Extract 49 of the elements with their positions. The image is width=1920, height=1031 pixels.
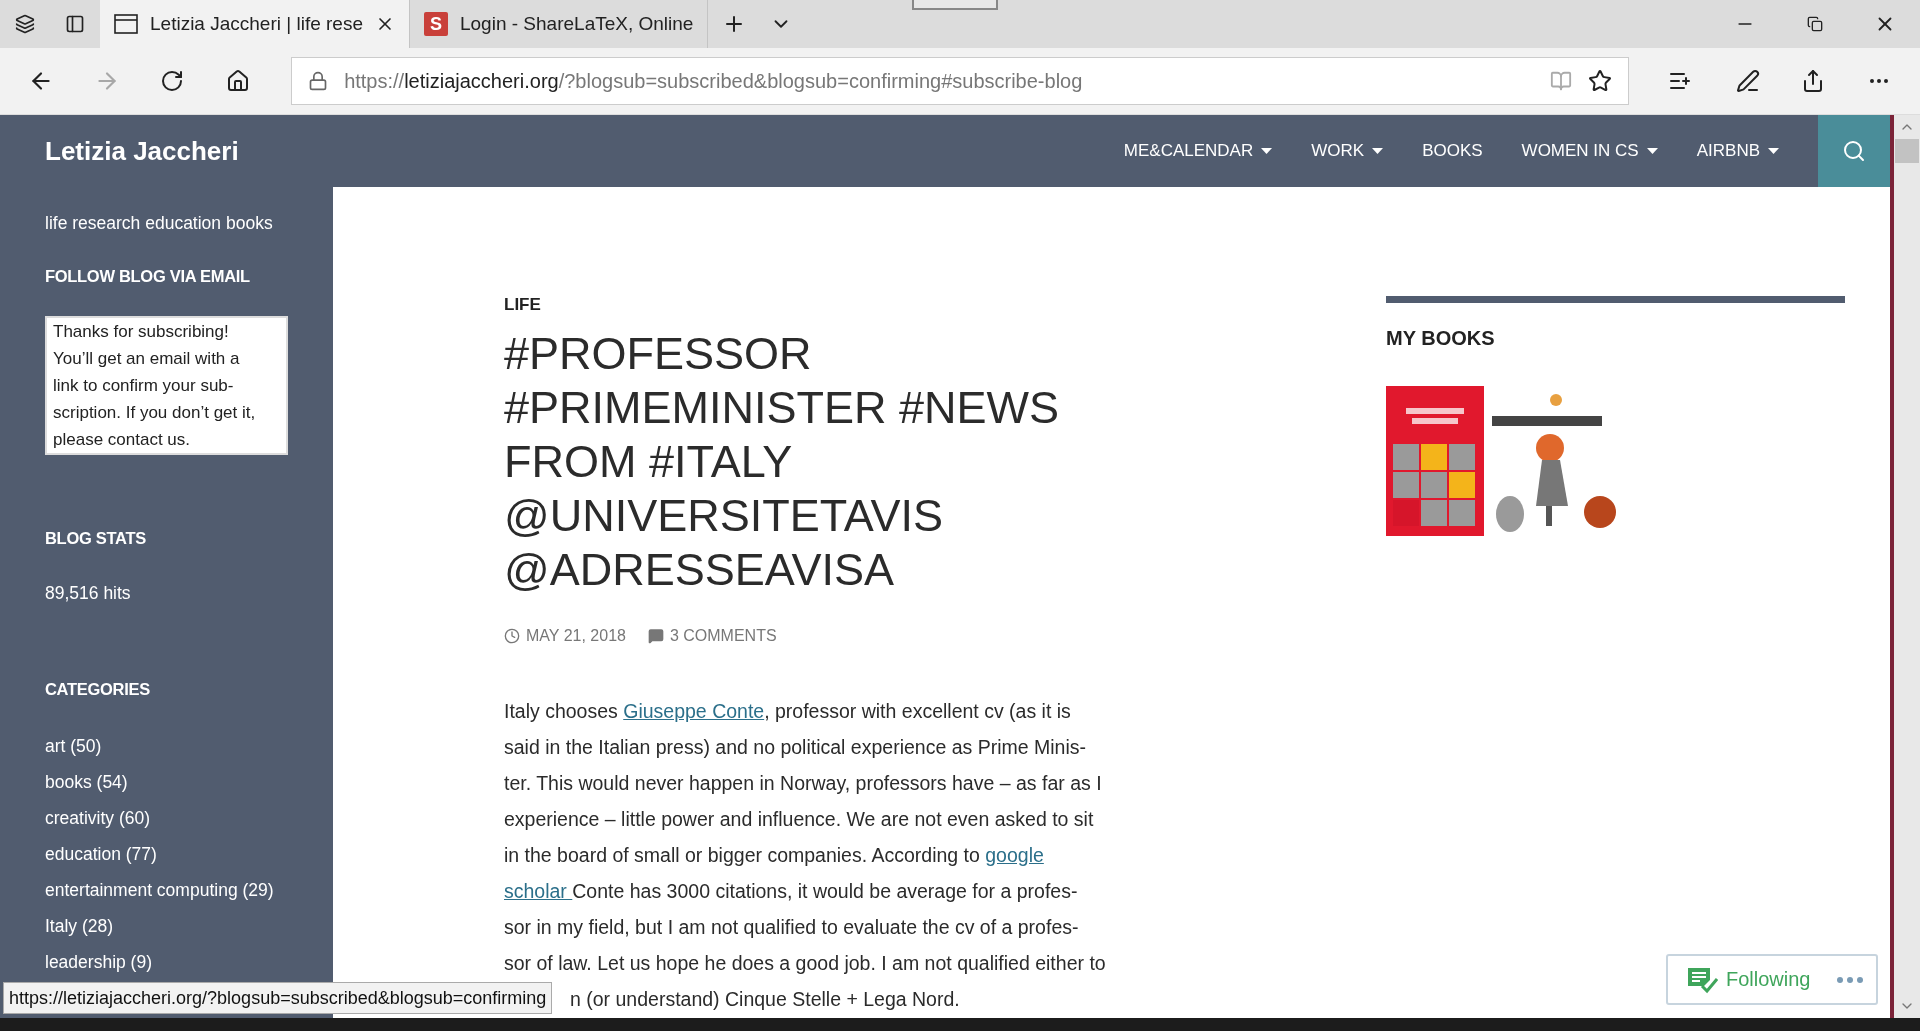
category-link[interactable]: art (50) bbox=[45, 736, 333, 761]
status-url-tooltip: https://letiziajaccheri.org/?blogsub=subscribed&blogsub=confirming bbox=[3, 982, 553, 1014]
subscribe-message: Thanks for subscribing! You’ll get an email with a link to confirm your sub- scription. If you don’t get it, please contact us. bbox=[45, 316, 288, 455]
post-category[interactable]: LIFE bbox=[504, 295, 1224, 315]
scroll-thumb[interactable] bbox=[1895, 139, 1919, 163]
hit-count: 89,516 hits bbox=[45, 583, 132, 604]
address-field[interactable]: https://letiziajaccheri.org/?blogsub=subscribed&blogsub=confirming#subscribe-blog bbox=[291, 57, 1629, 105]
nav-item[interactable]: WORK bbox=[1311, 141, 1384, 161]
category-link[interactable]: entertainment computing (29) bbox=[45, 880, 333, 905]
category-link[interactable]: leadership (9) bbox=[45, 952, 333, 977]
caret-icon bbox=[1372, 148, 1384, 154]
text-link[interactable]: Giuseppe Conte bbox=[623, 700, 765, 722]
text-link[interactable]: google bbox=[985, 844, 1044, 866]
post-date[interactable]: MAY 21, 2018 bbox=[504, 627, 626, 645]
comments-link[interactable]: 3 COMMENTS bbox=[647, 627, 777, 645]
widget-heading: FOLLOW BLOG VIA EMAIL bbox=[45, 267, 251, 286]
widget-heading: MY BOOKS bbox=[1386, 327, 1496, 350]
category-link[interactable]: education (77) bbox=[45, 844, 333, 869]
widget-heading: CATEGORIES bbox=[45, 680, 151, 699]
site-title[interactable]: Letizia Jaccheri bbox=[45, 135, 1124, 167]
text-link[interactable]: scholar bbox=[504, 880, 573, 902]
home-icon bbox=[226, 69, 251, 93]
nav-item[interactable]: BOOKS bbox=[1422, 141, 1483, 161]
widget-heading: BLOG STATS bbox=[45, 529, 147, 548]
comment-icon bbox=[647, 628, 664, 644]
category-link[interactable]: creativity (60) bbox=[45, 808, 333, 833]
nav-item[interactable]: AIRBNB bbox=[1696, 141, 1779, 161]
reading-view-icon[interactable] bbox=[1549, 70, 1572, 92]
post-title: #PROFESSOR #PRIMEMINISTER #NEWS FROM #ITALY @UNIVERSITETAVIS @ADRESSEAVISA bbox=[504, 327, 1061, 597]
nav-item[interactable]: WOMEN IN CS bbox=[1521, 141, 1658, 161]
browser-tab[interactable]: Letizia Jaccheri | life rese bbox=[100, 0, 410, 48]
clock-icon bbox=[504, 628, 520, 644]
search-icon bbox=[1842, 139, 1866, 163]
scrollbar[interactable] bbox=[1894, 115, 1920, 1018]
caret-icon bbox=[1768, 148, 1779, 154]
star-icon[interactable] bbox=[1587, 69, 1612, 93]
reader-check-icon bbox=[1686, 965, 1718, 994]
search-button[interactable] bbox=[1818, 115, 1890, 187]
site-logo: S bbox=[424, 12, 448, 36]
caret-icon bbox=[1261, 148, 1273, 154]
site-tagline: life research education books bbox=[45, 213, 274, 234]
drag-handle[interactable] bbox=[912, 0, 998, 10]
nav-item[interactable]: ME&CALENDAR bbox=[1123, 141, 1273, 161]
lock-icon bbox=[308, 71, 329, 91]
category-link[interactable]: books (54) bbox=[45, 772, 333, 797]
category-link[interactable]: Italy (28) bbox=[45, 916, 333, 941]
caret-icon bbox=[1646, 148, 1658, 154]
page-icon bbox=[114, 14, 138, 34]
refresh-icon bbox=[160, 69, 185, 93]
